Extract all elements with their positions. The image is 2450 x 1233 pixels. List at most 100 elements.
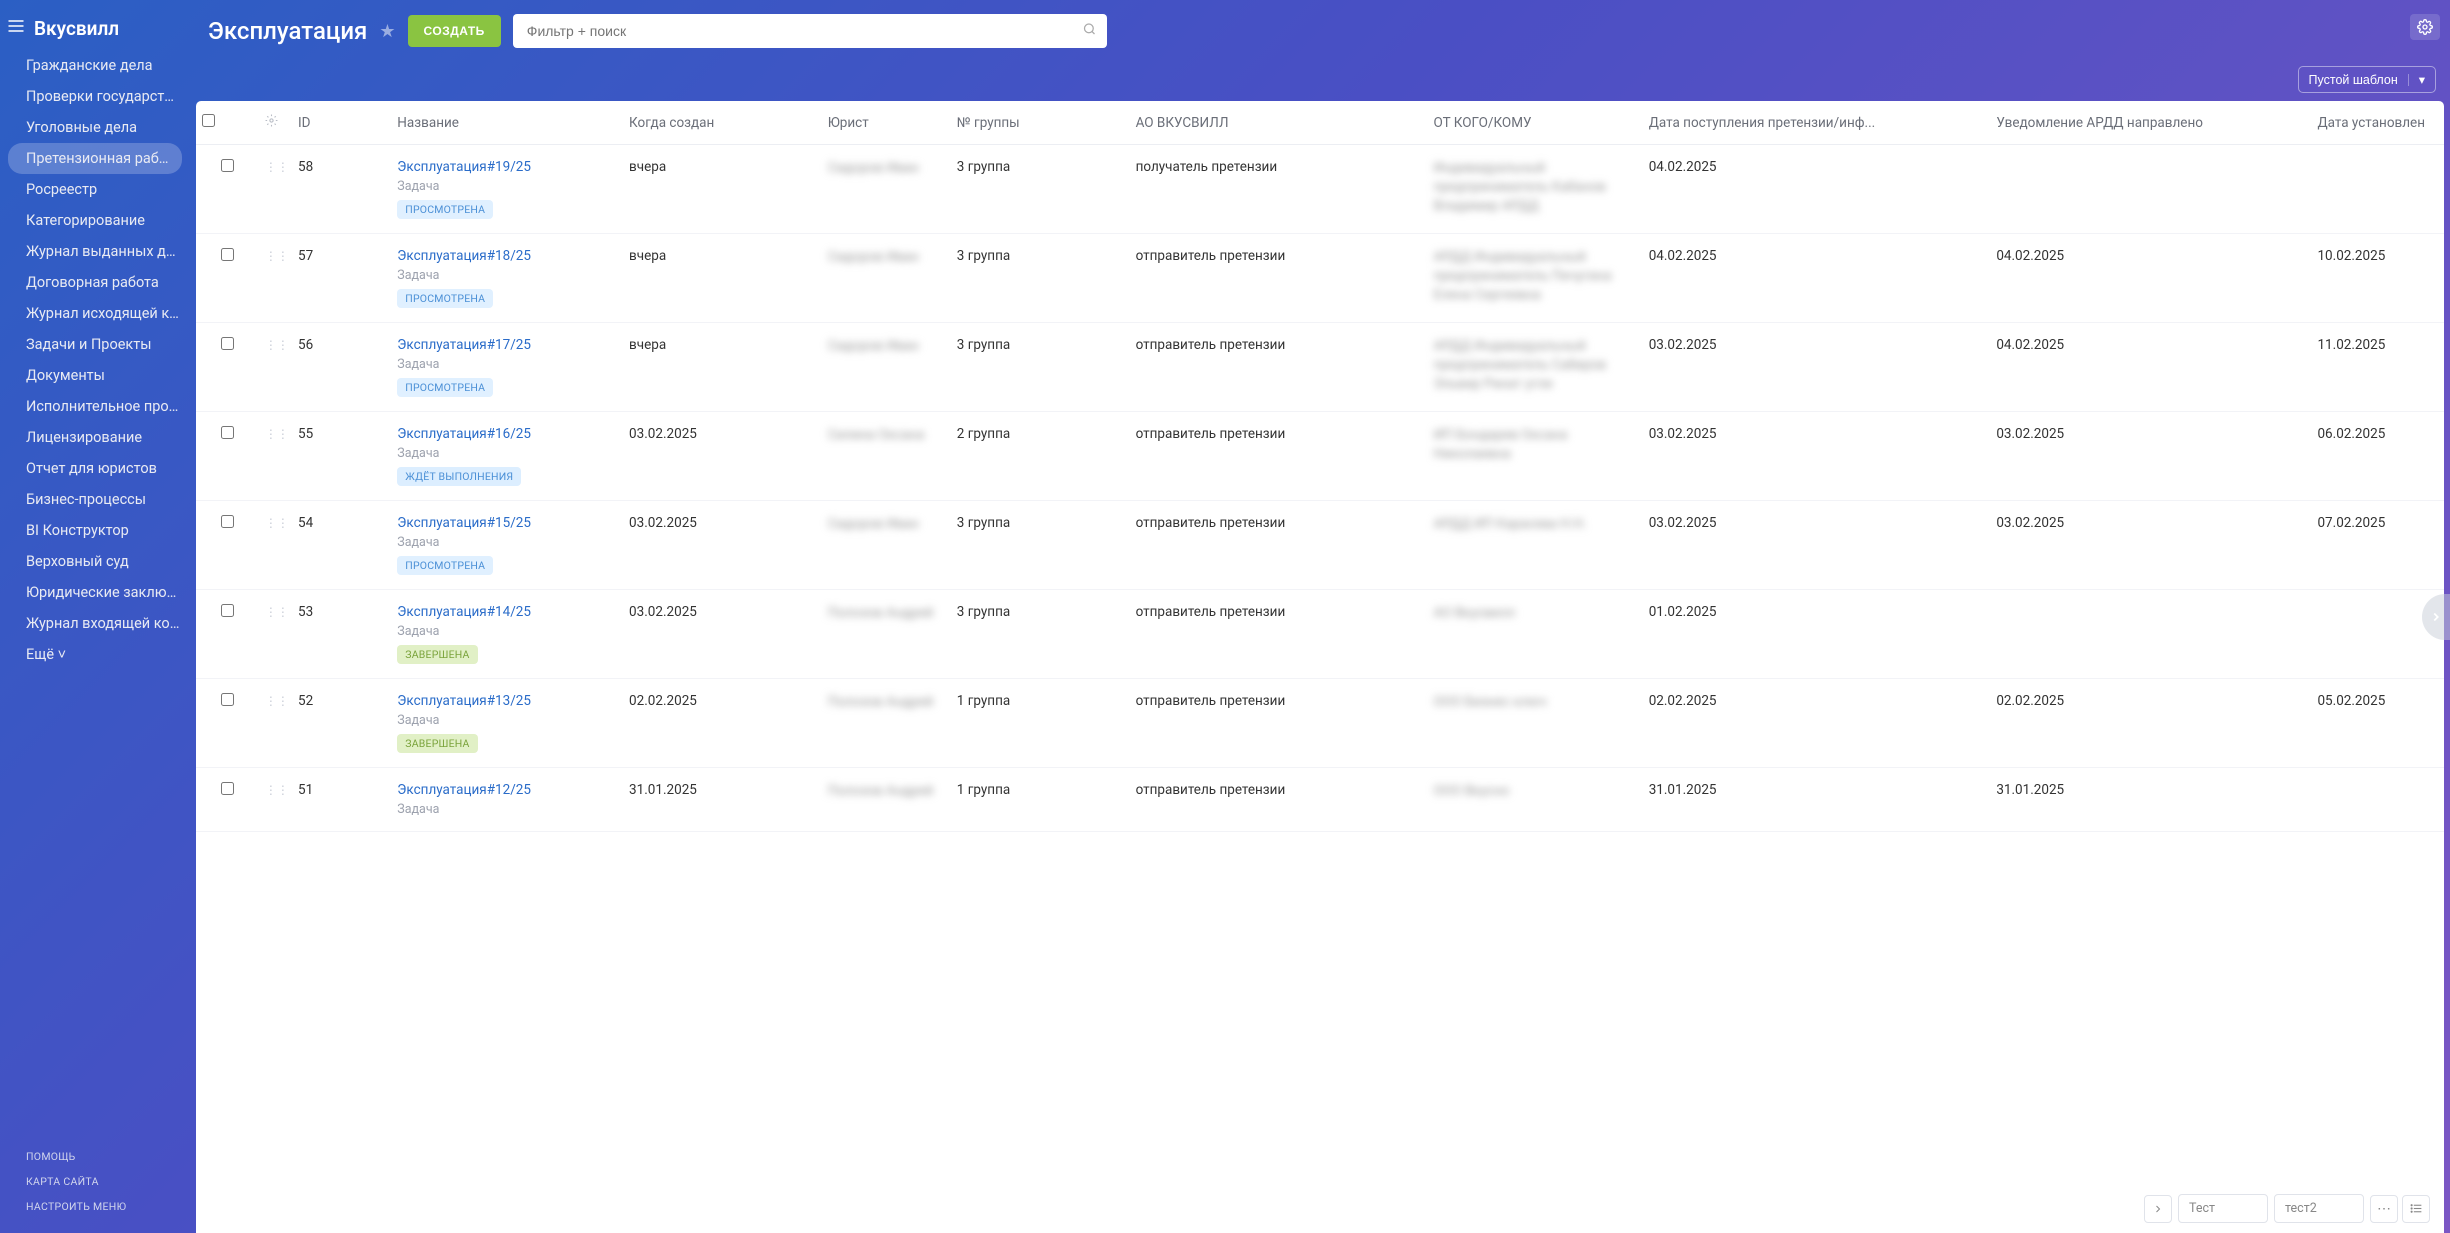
row-d2: 04.02.2025 [1990,323,2311,412]
search-icon[interactable] [1082,22,1097,41]
bb-more[interactable]: ⋯ [2370,1195,2398,1223]
sidebar-item-3[interactable]: Претензионная работа [8,143,182,174]
row-checkbox[interactable] [221,248,234,261]
row-d2 [1990,590,2311,679]
row-d2: 04.02.2025 [1990,234,2311,323]
status-tag: ЗАВЕРШЕНА [397,645,477,664]
sidebar-item-2[interactable]: Уголовные дела [0,112,190,143]
row-d3 [2311,768,2444,832]
row-d3: 11.02.2025 [2311,323,2444,412]
th-from[interactable]: ОТ КОГО/КОМУ [1428,101,1643,145]
sidebar-item-6[interactable]: Журнал выданных довер... [0,236,190,267]
row-id: 53 [292,590,391,679]
row-d3 [2311,145,2444,234]
row-from: АРДД Индивидуальный предприниматель Пичу… [1434,248,1637,305]
sidebar-item-0[interactable]: Гражданские дела [0,50,190,81]
row-group: 1 группа [951,679,1130,768]
row-d2 [1990,145,2311,234]
th-d3[interactable]: Дата установлен [2311,101,2444,145]
drag-handle-icon[interactable]: ⋮⋮ [265,338,289,352]
sidebar-item-4[interactable]: Росреестр [0,174,190,205]
row-checkbox[interactable] [221,337,234,350]
sidebar-item-19[interactable]: Ещё ˅ [0,639,190,670]
sidebar-item-5[interactable]: Категорирование [0,205,190,236]
footer-link-0[interactable]: ПОМОЩЬ [26,1144,164,1169]
sidebar-item-18[interactable]: Журнал входящей корре... [0,608,190,639]
bb-next[interactable] [2144,1195,2172,1223]
row-group: 3 группа [951,323,1130,412]
drag-handle-icon[interactable]: ⋮⋮ [265,694,289,708]
row-checkbox[interactable] [221,693,234,706]
search-input[interactable] [513,14,1107,48]
row-checkbox[interactable] [221,604,234,617]
footer-link-2[interactable]: НАСТРОИТЬ МЕНЮ [26,1194,164,1219]
row-created: 02.02.2025 [623,679,822,768]
sidebar-item-8[interactable]: Журнал исходящей корр... [0,298,190,329]
task-link[interactable]: Эксплуатация#18/25 [397,248,531,264]
th-id[interactable]: ID [292,101,391,145]
row-checkbox[interactable] [221,159,234,172]
sidebar-item-12[interactable]: Лицензирование [0,422,190,453]
task-link[interactable]: Эксплуатация#13/25 [397,693,531,709]
row-from: ИП Бондарев Оксана Николаевна [1434,426,1637,464]
th-name[interactable]: Название [391,101,623,145]
row-d1: 03.02.2025 [1643,323,1991,412]
task-link[interactable]: Эксплуатация#16/25 [397,426,531,442]
th-lawyer[interactable]: Юрист [822,101,951,145]
sidebar-item-7[interactable]: Договорная работа [0,267,190,298]
row-id: 57 [292,234,391,323]
status-tag: ЗАВЕРШЕНА [397,734,477,753]
columns-settings-icon[interactable] [265,115,278,131]
row-lawyer: Полозов Андрей [828,693,945,712]
row-id: 52 [292,679,391,768]
drag-handle-icon[interactable]: ⋮⋮ [265,516,289,530]
th-d2[interactable]: Уведомление АРДД направлено [1990,101,2311,145]
template-button[interactable]: Пустой шаблон ▾ [2298,66,2436,93]
task-sub: Задача [397,624,617,639]
th-group[interactable]: № группы [951,101,1130,145]
row-checkbox[interactable] [221,515,234,528]
task-link[interactable]: Эксплуатация#19/25 [397,159,531,175]
status-tag: ПРОСМОТРЕНА [397,378,493,397]
th-created[interactable]: Когда создан [623,101,822,145]
drag-handle-icon[interactable]: ⋮⋮ [265,249,289,263]
th-ao[interactable]: АО ВКУСВИЛЛ [1130,101,1428,145]
status-tag: ПРОСМОТРЕНА [397,556,493,575]
footer-link-1[interactable]: КАРТА САЙТА [26,1169,164,1194]
row-lawyer: Сидоров Иван [828,248,945,267]
sidebar-item-17[interactable]: Юридические заключения [0,577,190,608]
task-link[interactable]: Эксплуатация#14/25 [397,604,531,620]
row-ao: отправитель претензии [1130,590,1428,679]
bb-list[interactable] [2402,1195,2430,1223]
sidebar-item-13[interactable]: Отчет для юристов [0,453,190,484]
row-checkbox[interactable] [221,426,234,439]
sidebar-item-16[interactable]: Верховный суд [0,546,190,577]
task-link[interactable]: Эксплуатация#12/25 [397,782,531,798]
bb-box1[interactable]: Тест [2178,1194,2268,1223]
menu-icon[interactable] [6,16,26,40]
template-button-label: Пустой шаблон [2309,73,2398,87]
th-d1[interactable]: Дата поступления претензии/инф... [1643,101,1991,145]
row-d3: 05.02.2025 [2311,679,2444,768]
bb-box2[interactable]: тест2 [2274,1194,2364,1223]
page-title: Эксплуатация [208,17,367,45]
row-ao: отправитель претензии [1130,501,1428,590]
drag-handle-icon[interactable]: ⋮⋮ [265,160,289,174]
task-link[interactable]: Эксплуатация#17/25 [397,337,531,353]
favorite-icon[interactable]: ★ [379,21,395,42]
settings-button[interactable] [2410,14,2440,40]
task-link[interactable]: Эксплуатация#15/25 [397,515,531,531]
sidebar-item-11[interactable]: Исполнительное произв... [0,391,190,422]
drag-handle-icon[interactable]: ⋮⋮ [265,783,289,797]
sidebar-item-10[interactable]: Документы [0,360,190,391]
select-all-checkbox[interactable] [202,114,215,127]
drag-handle-icon[interactable]: ⋮⋮ [265,605,289,619]
sidebar-item-14[interactable]: Бизнес-процессы [0,484,190,515]
row-checkbox[interactable] [221,782,234,795]
drag-handle-icon[interactable]: ⋮⋮ [265,427,289,441]
create-button[interactable]: СОЗДАТЬ [408,15,501,47]
sidebar-item-15[interactable]: BI Конструктор [0,515,190,546]
row-d3: 07.02.2025 [2311,501,2444,590]
sidebar-item-1[interactable]: Проверки государственн... [0,81,190,112]
sidebar-item-9[interactable]: Задачи и Проекты [0,329,190,360]
